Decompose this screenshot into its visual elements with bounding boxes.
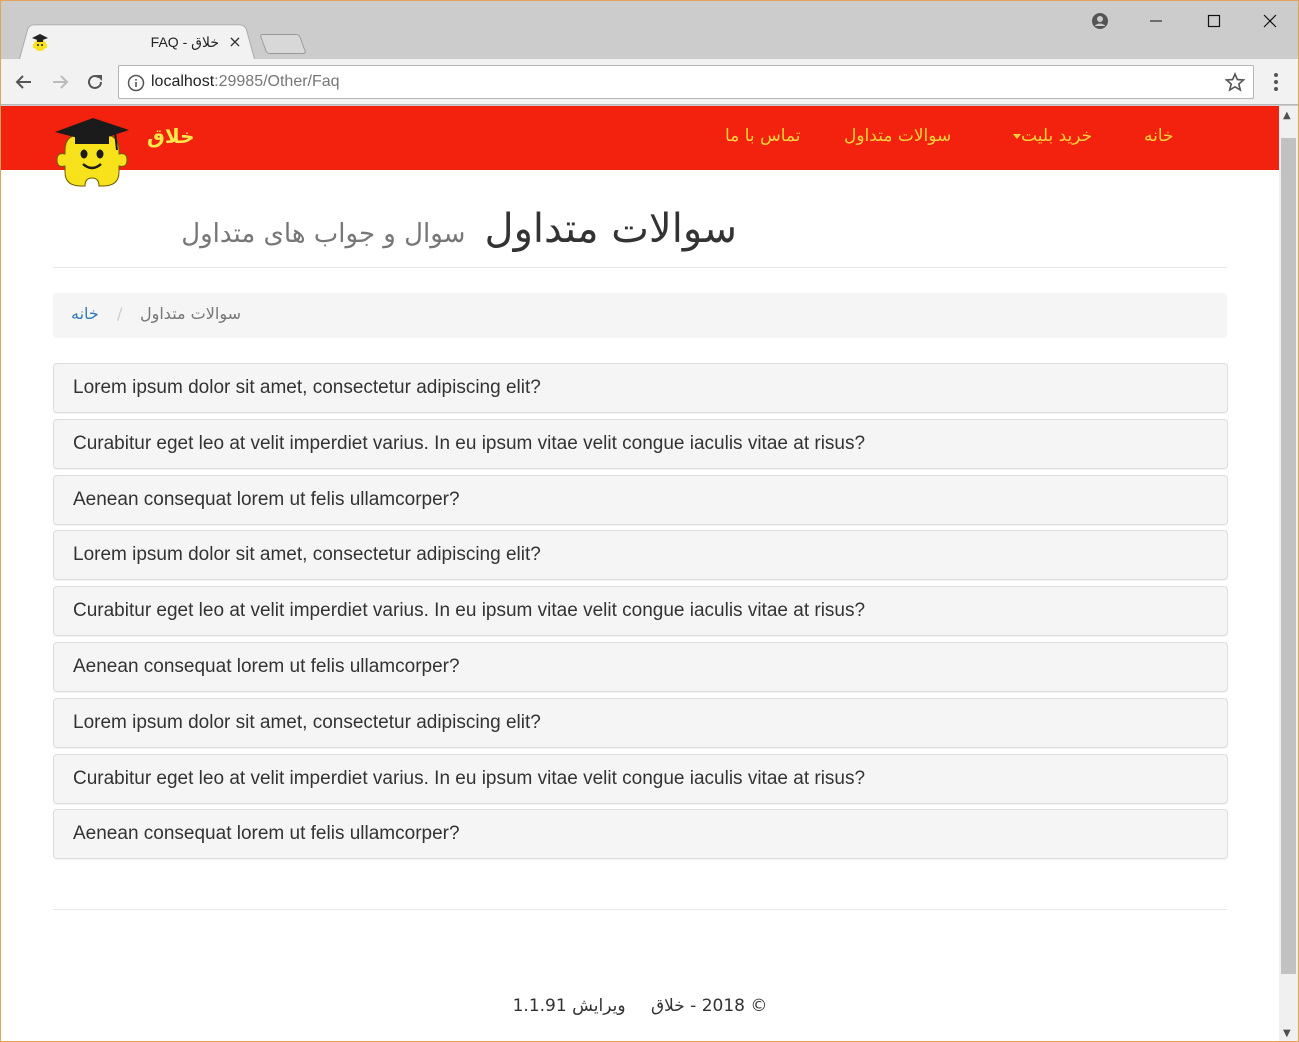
url-text[interactable]: localhost:29985/Other/Faq [151, 73, 340, 91]
tab-title: FAQ - خلاق [150, 33, 219, 50]
faq-question[interactable]: Lorem ipsum dolor sit amet, consectetur … [53, 697, 1228, 748]
nav-buy-ticket-dropdown[interactable]: خرید بلیت [1007, 126, 1092, 146]
mascot-icon [32, 34, 48, 51]
breadcrumb-home-link[interactable]: خانه [71, 304, 99, 323]
scrollbar-thumb[interactable] [1281, 138, 1296, 974]
site-footer: © 2018 - خلاق ویرایش 1.1.91 [1, 996, 1279, 1016]
close-icon[interactable] [1255, 7, 1285, 35]
kebab-menu-icon[interactable] [1266, 71, 1286, 93]
nav-contact-link[interactable]: تماس با ما [725, 126, 801, 146]
nav-home-link[interactable]: خانه [1144, 126, 1174, 146]
footer-divider [53, 909, 1227, 910]
forward-arrow-icon[interactable] [47, 69, 73, 95]
brand-link[interactable]: خلاق [147, 124, 194, 148]
vertical-scrollbar[interactable]: ▲ ▼ [1279, 106, 1298, 1041]
info-icon[interactable] [127, 74, 145, 92]
faq-question[interactable]: Lorem ipsum dolor sit amet, consectetur … [53, 363, 1228, 413]
star-icon[interactable] [1225, 72, 1245, 92]
page-viewport: خلاق خانه خرید بلیت سوالات متداول تماس ب… [1, 106, 1279, 1041]
tab-close-icon[interactable]: × [227, 34, 243, 50]
breadcrumb: خانه / سوالات متداول [53, 293, 1227, 338]
faq-question[interactable]: Lorem ipsum dolor sit amet, consectetur … [53, 530, 1228, 581]
faq-question[interactable]: Aenean consequat lorem ut felis ullamcor… [53, 809, 1228, 860]
footer-version: ویرایش 1.1.91 [512, 996, 626, 1016]
breadcrumb-separator: / [117, 304, 123, 323]
account-icon[interactable] [1085, 7, 1115, 35]
browser-tab-content[interactable]: FAQ - خلاق × [23, 27, 251, 57]
maximize-icon[interactable] [1199, 7, 1229, 35]
minimize-icon[interactable] [1141, 7, 1171, 35]
page-subtitle: سوال و جواب های متداول [181, 219, 466, 249]
nav-faq-link[interactable]: سوالات متداول [844, 126, 951, 146]
faq-question[interactable]: Curabitur eget leo at velit imperdiet va… [53, 586, 1228, 637]
tab-strip: FAQ - خلاق × [1, 1, 1298, 59]
scroll-down-arrow-icon[interactable]: ▼ [1283, 1028, 1291, 1039]
page-title: سوالات متداول [484, 206, 737, 252]
faq-question[interactable]: Aenean consequat lorem ut felis ullamcor… [53, 474, 1228, 525]
back-arrow-icon[interactable] [11, 69, 37, 95]
caret-down-icon [1013, 133, 1021, 139]
scroll-up-arrow-icon[interactable]: ▲ [1283, 110, 1291, 121]
faq-question[interactable]: Curabitur eget leo at velit imperdiet va… [53, 418, 1228, 469]
new-tab-button[interactable] [259, 34, 307, 54]
browser-window: FAQ - خلاق × localhost:29985/Other/Faq خ… [0, 0, 1299, 1042]
mascot-logo[interactable] [53, 112, 131, 188]
url-host: localhost [151, 73, 215, 90]
url-path: :29985/Other/Faq [214, 73, 340, 90]
browser-toolbar: localhost:29985/Other/Faq [1, 59, 1298, 105]
faq-question[interactable]: Aenean consequat lorem ut felis ullamcor… [53, 641, 1228, 692]
faq-list: Lorem ipsum dolor sit amet, consectetur … [53, 363, 1228, 865]
page-header: سوالات متداول سوال و جواب های متداول [53, 206, 1227, 268]
site-navbar: خلاق خانه خرید بلیت سوالات متداول تماس ب… [1, 106, 1279, 187]
footer-copyright: © 2018 - خلاق [650, 996, 768, 1016]
breadcrumb-current: سوالات متداول [140, 304, 241, 323]
address-bar[interactable]: localhost:29985/Other/Faq [118, 65, 1254, 99]
faq-question[interactable]: Curabitur eget leo at velit imperdiet va… [53, 753, 1228, 804]
nav-buy-ticket-label: خرید بلیت [1021, 126, 1093, 146]
reload-icon[interactable] [82, 69, 108, 95]
